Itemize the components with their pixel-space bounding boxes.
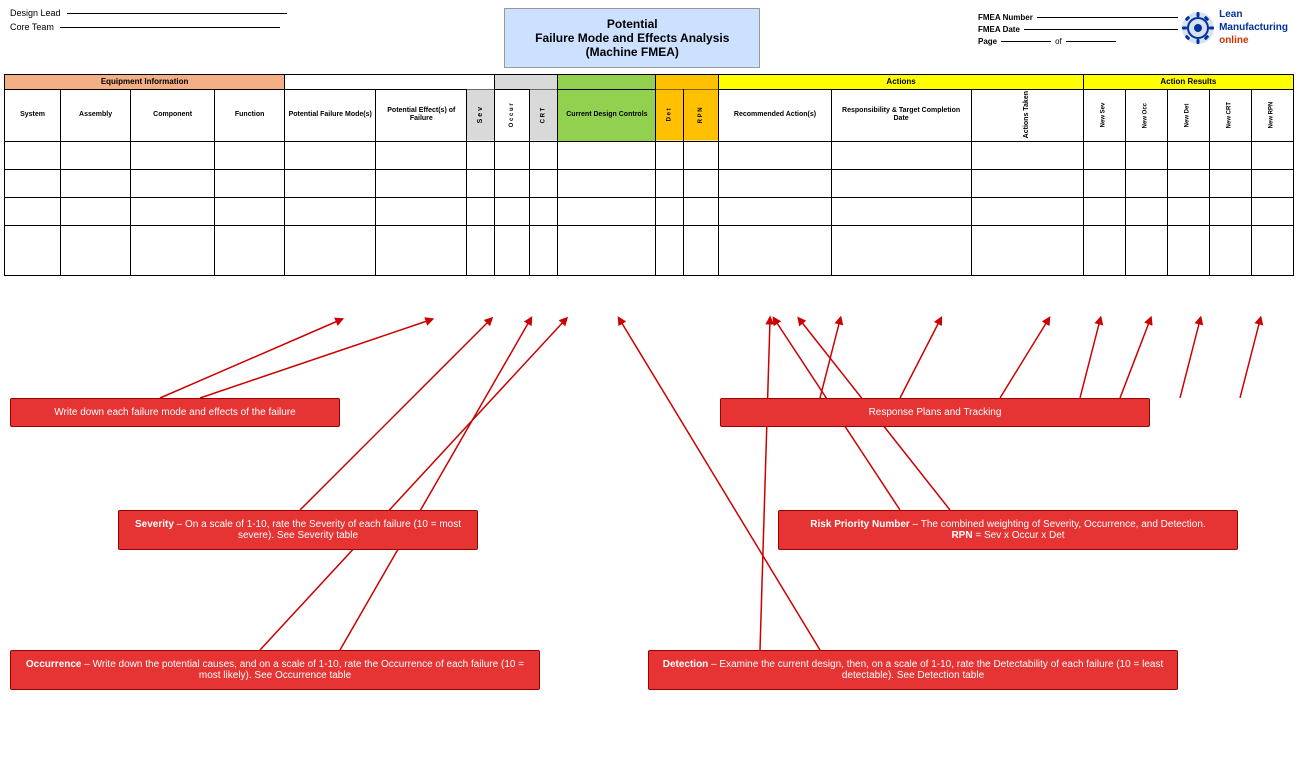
callout-failure-text: Write down each failure mode and effects… <box>54 407 295 418</box>
blank-header1 <box>285 75 495 90</box>
fmea-number-line <box>1037 17 1178 18</box>
table-row <box>5 169 1294 197</box>
logo-line3: online <box>1219 34 1288 47</box>
fmea-number-label: FMEA Number <box>978 13 1033 22</box>
fmea-table-wrap: Equipment Information Actions Action Res… <box>0 74 1298 276</box>
title-line3: (Machine FMEA) <box>535 45 729 59</box>
col-actions-taken: Actions Taken <box>971 89 1083 141</box>
fmea-date-line <box>1024 29 1178 30</box>
severity-text: – On a scale of 1-10, rate the Severity … <box>174 519 461 541</box>
col-new-sev: New Sev <box>1083 89 1125 141</box>
occurrence-text: – Write down the potential causes, and o… <box>82 659 525 681</box>
action-results-header: Action Results <box>1083 75 1293 90</box>
current-design-header-group <box>558 75 656 90</box>
core-team-label: Core Team <box>10 22 54 32</box>
rpn-formula-bold: RPN <box>951 530 972 541</box>
det-rpn-header <box>656 75 719 90</box>
col-current-design: Current Design Controls <box>558 89 656 141</box>
col-new-crt: New CRT <box>1209 89 1251 141</box>
col-effects: Potential Effect(s) of Failure <box>376 89 467 141</box>
core-team-line <box>60 27 280 28</box>
occurrence-bold: Occurrence <box>26 659 82 670</box>
equipment-info-header: Equipment Information <box>5 75 285 90</box>
blank-header2 <box>495 75 558 90</box>
col-occ: O c c u r <box>495 89 530 141</box>
page-label: Page <box>978 37 997 46</box>
col-new-det: New Det <box>1167 89 1209 141</box>
response-text: Response Plans and Tracking <box>869 407 1002 418</box>
title-line1: Potential <box>535 17 729 31</box>
title-line2: Failure Mode and Effects Analysis <box>535 31 729 45</box>
callout-occurrence: Occurrence – Write down the potential ca… <box>10 650 540 690</box>
rpn-formula-text: = Sev x Occur x Det <box>973 530 1065 541</box>
col-new-rpn: New RPN <box>1251 89 1293 141</box>
actions-header: Actions <box>719 75 1083 90</box>
col-system: System <box>5 89 61 141</box>
fmea-date-label: FMEA Date <box>978 25 1020 34</box>
callout-rpn: Risk Priority Number – The combined weig… <box>778 510 1238 550</box>
col-new-occ: New Occ <box>1125 89 1167 141</box>
callout-detection: Detection – Examine the current design, … <box>648 650 1178 690</box>
table-row <box>5 225 1294 275</box>
col-component: Component <box>131 89 215 141</box>
col-sev: S e v <box>467 89 495 141</box>
col-failure-mode: Potential Failure Mode(s) <box>285 89 376 141</box>
table-row <box>5 141 1294 169</box>
logo-line1: Lean <box>1219 8 1288 21</box>
rpn-bold: Risk Priority Number <box>810 519 909 530</box>
page-total-line <box>1066 41 1116 42</box>
header-right-area: Lean Manufacturing online FMEA Number FM… <box>978 8 1288 46</box>
page-number-line <box>1001 41 1051 42</box>
detection-bold: Detection <box>663 659 709 670</box>
severity-bold: Severity <box>135 519 174 530</box>
logo-line2: Manufacturing <box>1219 21 1288 34</box>
col-function: Function <box>215 89 285 141</box>
callout-severity: Severity – On a scale of 1-10, rate the … <box>118 510 478 550</box>
col-det: D e t <box>656 89 684 141</box>
design-lead-line <box>67 13 287 14</box>
rpn-text: – The combined weighting of Severity, Oc… <box>910 519 1206 530</box>
detection-text: – Examine the current design, then, on a… <box>708 659 1163 681</box>
of-label: of <box>1055 37 1062 46</box>
col-rpn: R P N <box>684 89 719 141</box>
col-responsibility: Responsibility & Target Completion Date <box>831 89 971 141</box>
fmea-table: Equipment Information Actions Action Res… <box>4 74 1294 276</box>
logo-text: Lean Manufacturing online <box>1219 8 1288 47</box>
col-crt: C R T <box>530 89 558 141</box>
callout-failure: Write down each failure mode and effects… <box>10 398 340 427</box>
design-lead-label: Design Lead <box>10 8 61 18</box>
header-left: Design Lead Core Team <box>10 8 287 32</box>
table-row <box>5 197 1294 225</box>
col-recommended: Recommended Action(s) <box>719 89 831 141</box>
title-block: Potential Failure Mode and Effects Analy… <box>504 8 760 68</box>
col-assembly: Assembly <box>61 89 131 141</box>
callout-response: Response Plans and Tracking <box>720 398 1150 427</box>
gear-icon <box>1180 10 1216 46</box>
